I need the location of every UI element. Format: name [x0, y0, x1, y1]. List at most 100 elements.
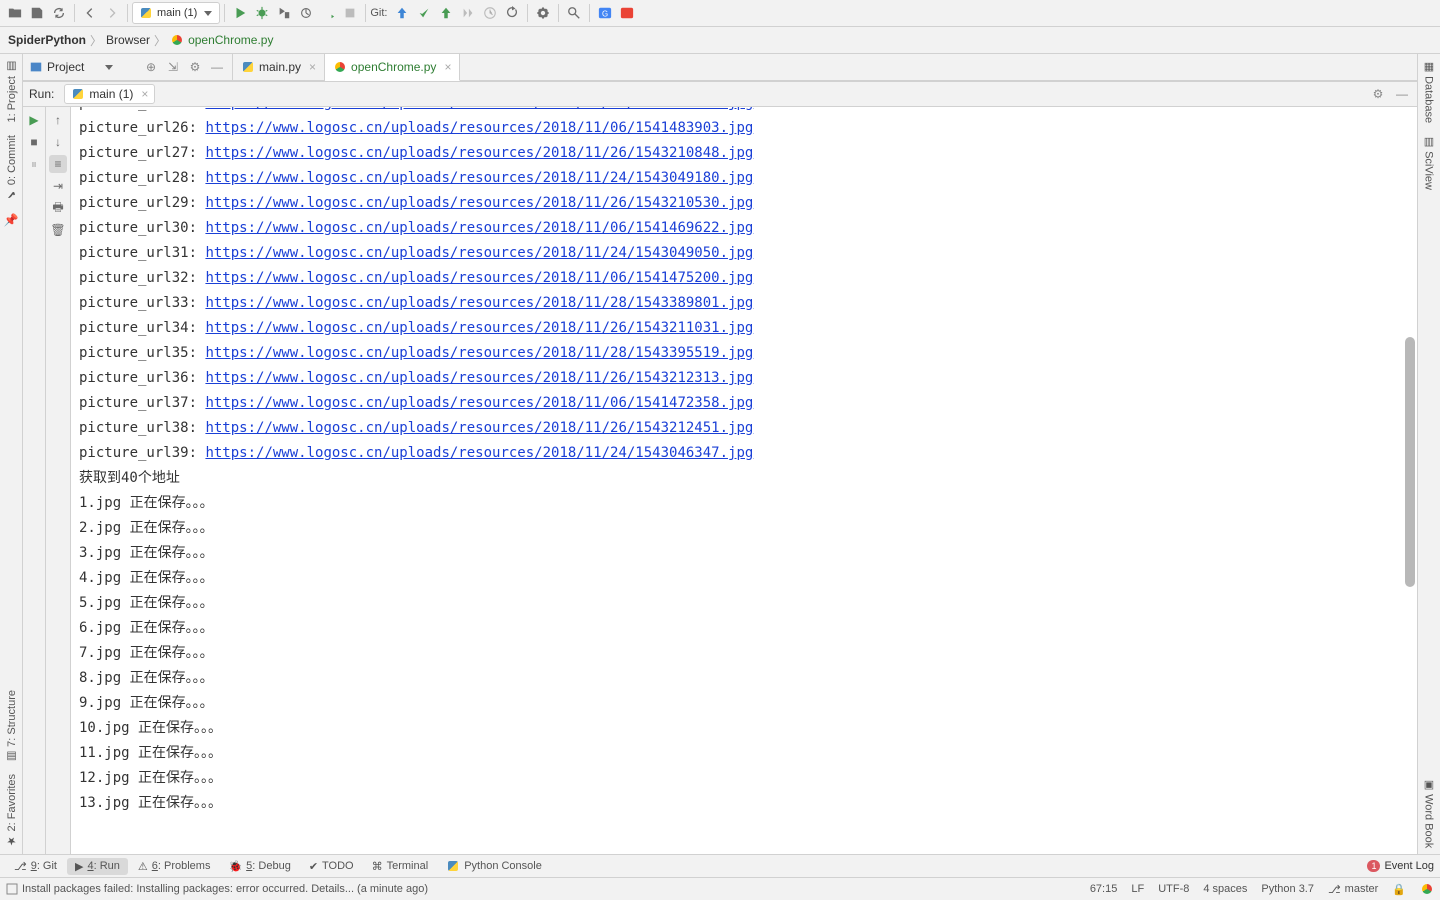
- console-output[interactable]: picture_url25: https://www.logosc.cn/upl…: [71, 107, 1417, 854]
- run-anything-icon[interactable]: [317, 2, 339, 24]
- structure-toolwindow-button[interactable]: ▤ 7: Structure: [5, 684, 18, 769]
- console-link[interactable]: https://www.logosc.cn/uploads/resources/…: [205, 120, 753, 136]
- settings-icon[interactable]: [532, 2, 554, 24]
- console-line: 11.jpg 正在保存。。。: [79, 741, 1417, 766]
- console-link[interactable]: https://www.logosc.cn/uploads/resources/…: [205, 295, 753, 311]
- clear-icon[interactable]: 🗑: [49, 221, 67, 239]
- run-config-selector[interactable]: main (1): [132, 2, 220, 24]
- interpreter[interactable]: Python 3.7: [1261, 883, 1314, 895]
- status-message[interactable]: Install packages failed: Installing pack…: [6, 883, 1076, 895]
- print-icon[interactable]: 🖶: [49, 199, 67, 217]
- git-branch[interactable]: ⎇ master: [1328, 883, 1378, 896]
- soft-wrap-icon[interactable]: ≡: [49, 155, 67, 173]
- run-toolwindow-button[interactable]: ▶ 4: Run: [67, 858, 128, 875]
- lock-icon[interactable]: 🔒: [1392, 883, 1406, 896]
- python-icon: [446, 859, 460, 873]
- run-coverage-icon[interactable]: [273, 2, 295, 24]
- rerun-icon[interactable]: ▶: [25, 111, 43, 129]
- run-config-name: main (1): [157, 7, 197, 19]
- save-all-icon[interactable]: [26, 2, 48, 24]
- database-toolwindow-button[interactable]: ▦ Database: [1423, 54, 1436, 129]
- project-toolwindow-button[interactable]: 1: Project ▥: [5, 54, 18, 129]
- open-icon[interactable]: [4, 2, 26, 24]
- stop-icon[interactable]: [339, 2, 361, 24]
- indent-info[interactable]: 4 spaces: [1203, 883, 1247, 895]
- problems-toolwindow-button[interactable]: ⚠ 6: Problems: [130, 858, 219, 875]
- translate2-icon[interactable]: [616, 2, 638, 24]
- search-icon[interactable]: [563, 2, 585, 24]
- run-icon[interactable]: [229, 2, 251, 24]
- hide-toolwindows-icon[interactable]: [6, 883, 18, 895]
- chevron-right-icon: 〉: [90, 32, 102, 49]
- git-toolwindow-button[interactable]: ⎇ 9: Git: [6, 858, 65, 875]
- close-icon[interactable]: ×: [141, 87, 148, 101]
- scrollbar-thumb[interactable]: [1405, 337, 1415, 587]
- toolwindow-settings-icon[interactable]: ⚙: [1369, 85, 1387, 103]
- event-log-button[interactable]: 1 Event Log: [1367, 860, 1434, 872]
- close-icon[interactable]: ×: [309, 60, 316, 74]
- console-link[interactable]: https://www.logosc.cn/uploads/resources/…: [205, 107, 753, 111]
- sciview-toolwindow-button[interactable]: ▥ SciView: [1423, 129, 1436, 196]
- line-separator[interactable]: LF: [1131, 883, 1144, 895]
- pause-icon[interactable]: ⏸: [25, 155, 43, 173]
- console-link[interactable]: https://www.logosc.cn/uploads/resources/…: [205, 445, 753, 461]
- back-icon[interactable]: [79, 2, 101, 24]
- terminal-toolwindow-button[interactable]: ⌘ Terminal: [364, 858, 437, 875]
- run-tab[interactable]: main (1) ×: [64, 84, 155, 104]
- debug-toolwindow-button[interactable]: 🐞 5: Debug: [220, 858, 298, 875]
- locate-icon[interactable]: ⊕: [142, 58, 160, 76]
- close-icon[interactable]: ×: [444, 60, 451, 74]
- python-console-toolwindow-button[interactable]: Python Console: [438, 857, 550, 875]
- console-line: 10.jpg 正在保存。。。: [79, 716, 1417, 741]
- error-badge: 1: [1367, 860, 1380, 872]
- console-link[interactable]: https://www.logosc.cn/uploads/resources/…: [205, 145, 753, 161]
- console-link[interactable]: https://www.logosc.cn/uploads/resources/…: [205, 270, 753, 286]
- bookmark-icon[interactable]: 📌: [2, 211, 20, 229]
- console-link[interactable]: https://www.logosc.cn/uploads/resources/…: [205, 170, 753, 186]
- python-icon: [241, 60, 255, 74]
- file-encoding[interactable]: UTF-8: [1158, 883, 1189, 895]
- console-link[interactable]: https://www.logosc.cn/uploads/resources/…: [205, 320, 753, 336]
- git-commit-icon[interactable]: [413, 2, 435, 24]
- translate-icon[interactable]: G: [594, 2, 616, 24]
- console-link[interactable]: https://www.logosc.cn/uploads/resources/…: [205, 220, 753, 236]
- chrome-status-icon[interactable]: [1420, 882, 1434, 896]
- chevron-down-icon[interactable]: [104, 62, 114, 72]
- stop-icon[interactable]: ■: [25, 133, 43, 151]
- console-line: picture_url35: https://www.logosc.cn/upl…: [79, 341, 1417, 366]
- sync-icon[interactable]: [48, 2, 70, 24]
- profile-icon[interactable]: [295, 2, 317, 24]
- up-trace-icon[interactable]: ↑: [49, 111, 67, 129]
- hide-icon[interactable]: —: [208, 58, 226, 76]
- hide-icon[interactable]: —: [1393, 85, 1411, 103]
- git-history-icon[interactable]: [457, 2, 479, 24]
- favorites-toolwindow-button[interactable]: ★ 2: Favorites: [5, 768, 18, 854]
- debug-icon[interactable]: [251, 2, 273, 24]
- caret-position[interactable]: 67:15: [1090, 883, 1118, 895]
- console-link[interactable]: https://www.logosc.cn/uploads/resources/…: [205, 245, 753, 261]
- console-line: picture_url32: https://www.logosc.cn/upl…: [79, 266, 1417, 291]
- crumb-folder[interactable]: Browser: [106, 33, 150, 47]
- git-update-icon[interactable]: [391, 2, 413, 24]
- console-link[interactable]: https://www.logosc.cn/uploads/resources/…: [205, 370, 753, 386]
- scroll-end-icon[interactable]: ⇥: [49, 177, 67, 195]
- forward-icon[interactable]: [101, 2, 123, 24]
- editor-tab[interactable]: openChrome.py×: [325, 54, 460, 81]
- down-trace-icon[interactable]: ↓: [49, 133, 67, 151]
- commit-toolwindow-button[interactable]: ✔ 0: Commit: [5, 129, 18, 207]
- crumb-project[interactable]: SpiderPython: [8, 33, 86, 47]
- console-link[interactable]: https://www.logosc.cn/uploads/resources/…: [205, 395, 753, 411]
- git-revert-icon[interactable]: [501, 2, 523, 24]
- expand-all-icon[interactable]: ⇲: [164, 58, 182, 76]
- editor-tab[interactable]: main.py×: [233, 54, 325, 80]
- git-clock-icon[interactable]: [479, 2, 501, 24]
- toolwindow-settings-icon[interactable]: ⚙: [186, 58, 204, 76]
- console-link[interactable]: https://www.logosc.cn/uploads/resources/…: [205, 195, 753, 211]
- wordbook-toolwindow-button[interactable]: ▣ Word Book: [1423, 772, 1436, 854]
- todo-toolwindow-button[interactable]: ✔ TODO: [301, 858, 362, 875]
- console-link[interactable]: https://www.logosc.cn/uploads/resources/…: [205, 345, 753, 361]
- console-line: 获取到40个地址: [79, 466, 1417, 491]
- git-push-icon[interactable]: [435, 2, 457, 24]
- console-link[interactable]: https://www.logosc.cn/uploads/resources/…: [205, 420, 753, 436]
- crumb-file[interactable]: openChrome.py: [170, 33, 273, 47]
